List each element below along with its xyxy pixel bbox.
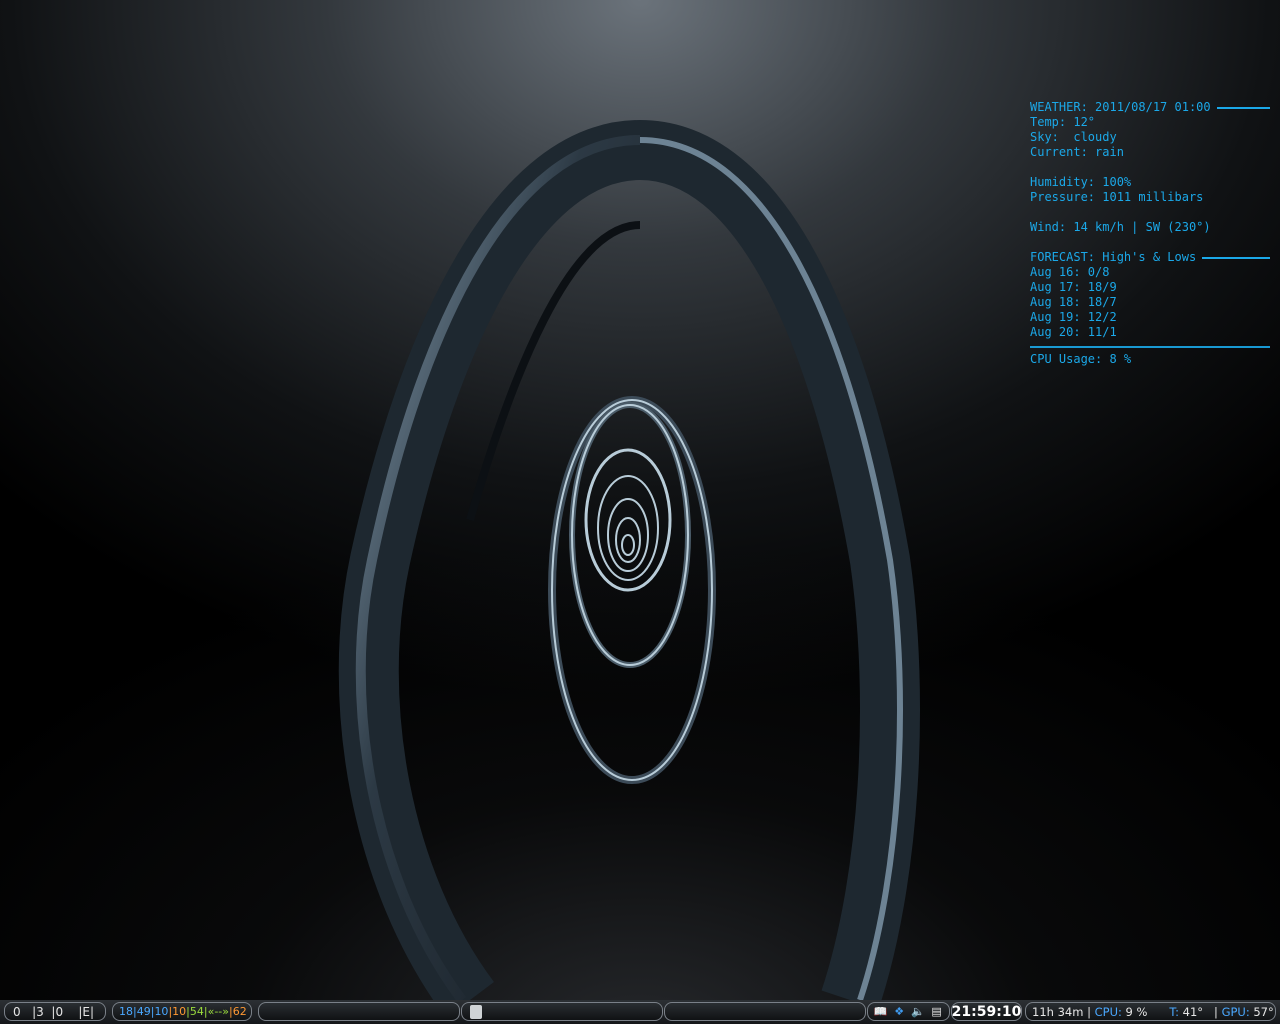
workspace-3[interactable]: |E| [78, 1005, 94, 1019]
weather-header-row: WEATHER: 2011/08/17 01:00 [1030, 100, 1270, 115]
current-line: Current: rain [1030, 145, 1124, 159]
bottom-panel: 0 |3 |0 |E| 18 | 49 | 10 | 10 | 54 | «--» | 62 📖 ❖ 🔈… [0, 1000, 1280, 1024]
forecast-day: Aug 16: 0/8 [1030, 265, 1110, 279]
header-rule [1216, 107, 1270, 109]
wind-line: Wind: 14 km/h | SW (230°) [1030, 220, 1211, 234]
workspace-2[interactable]: |0 [51, 1005, 63, 1019]
printer-icon[interactable]: ▤ [929, 1005, 945, 1019]
stat-5: 54 [189, 1005, 204, 1018]
pressure-line: Pressure: 1011 millibars [1030, 190, 1204, 204]
stat-2: 49 [136, 1005, 151, 1018]
document-icon[interactable] [470, 1004, 482, 1019]
cpu-value: 9 % [1125, 1004, 1148, 1019]
taskbar-slot[interactable] [258, 1002, 460, 1021]
system-monitor: 11h 34m | CPU: 9 % T: 41° | GPU: 57° [1025, 1002, 1276, 1021]
cpu-usage-line: CPU Usage: 8 % [1030, 352, 1132, 366]
gpu-label: GPU: [1221, 1004, 1250, 1019]
temp-value: 41° [1182, 1004, 1204, 1019]
system-stats: 18 | 49 | 10 | 10 | 54 | «--» | 62 [112, 1002, 252, 1021]
forecast-day: Aug 17: 18/9 [1030, 280, 1117, 294]
divider [1030, 346, 1270, 348]
forecast-header-row: FORECAST: High's & Lows [1030, 250, 1270, 265]
cpu-label: CPU: [1094, 1004, 1122, 1019]
taskbar-slot[interactable] [664, 1002, 866, 1021]
stat-4: 10 [172, 1005, 187, 1018]
system-tray: 📖 ❖ 🔈 ▤ [867, 1002, 950, 1021]
workspace-switcher[interactable]: 0 |3 |0 |E| [4, 1002, 106, 1021]
forecast-day: Aug 18: 18/7 [1030, 295, 1117, 309]
header-rule [1202, 257, 1270, 259]
temp-label: T: [1169, 1004, 1180, 1019]
weather-header: WEATHER: 2011/08/17 01:00 [1030, 100, 1211, 114]
taskbar-slot[interactable] [461, 1002, 663, 1021]
clock[interactable]: 21:59:10 [951, 1002, 1022, 1021]
stat-6: 62 [232, 1005, 247, 1018]
workspace-0[interactable]: 0 [13, 1005, 21, 1019]
stat-3: 10 [154, 1005, 169, 1018]
forecast-day: Aug 20: 11/1 [1030, 325, 1117, 339]
forecast-header: FORECAST: High's & Lows [1030, 250, 1197, 264]
dropbox-icon[interactable]: ❖ [891, 1005, 907, 1019]
forecast-day: Aug 19: 12/2 [1030, 310, 1117, 324]
uptime: 11h 34m [1032, 1004, 1084, 1019]
sky-line: Sky: cloudy [1030, 130, 1117, 144]
conky-weather-widget: WEATHER: 2011/08/17 01:00 Temp: 12° Sky:… [1030, 100, 1270, 367]
inner-rings [548, 396, 716, 784]
humidity-line: Humidity: 100% [1030, 175, 1132, 189]
stat-arrows: «--» [207, 1005, 229, 1018]
workspace-1[interactable]: |3 [32, 1005, 44, 1019]
book-icon[interactable]: 📖 [872, 1005, 888, 1019]
temp-line: Temp: 12° [1030, 115, 1096, 129]
gpu-value: 57° [1253, 1004, 1274, 1019]
volume-icon[interactable]: 🔈 [910, 1005, 926, 1019]
stat-1: 18 [119, 1005, 133, 1018]
